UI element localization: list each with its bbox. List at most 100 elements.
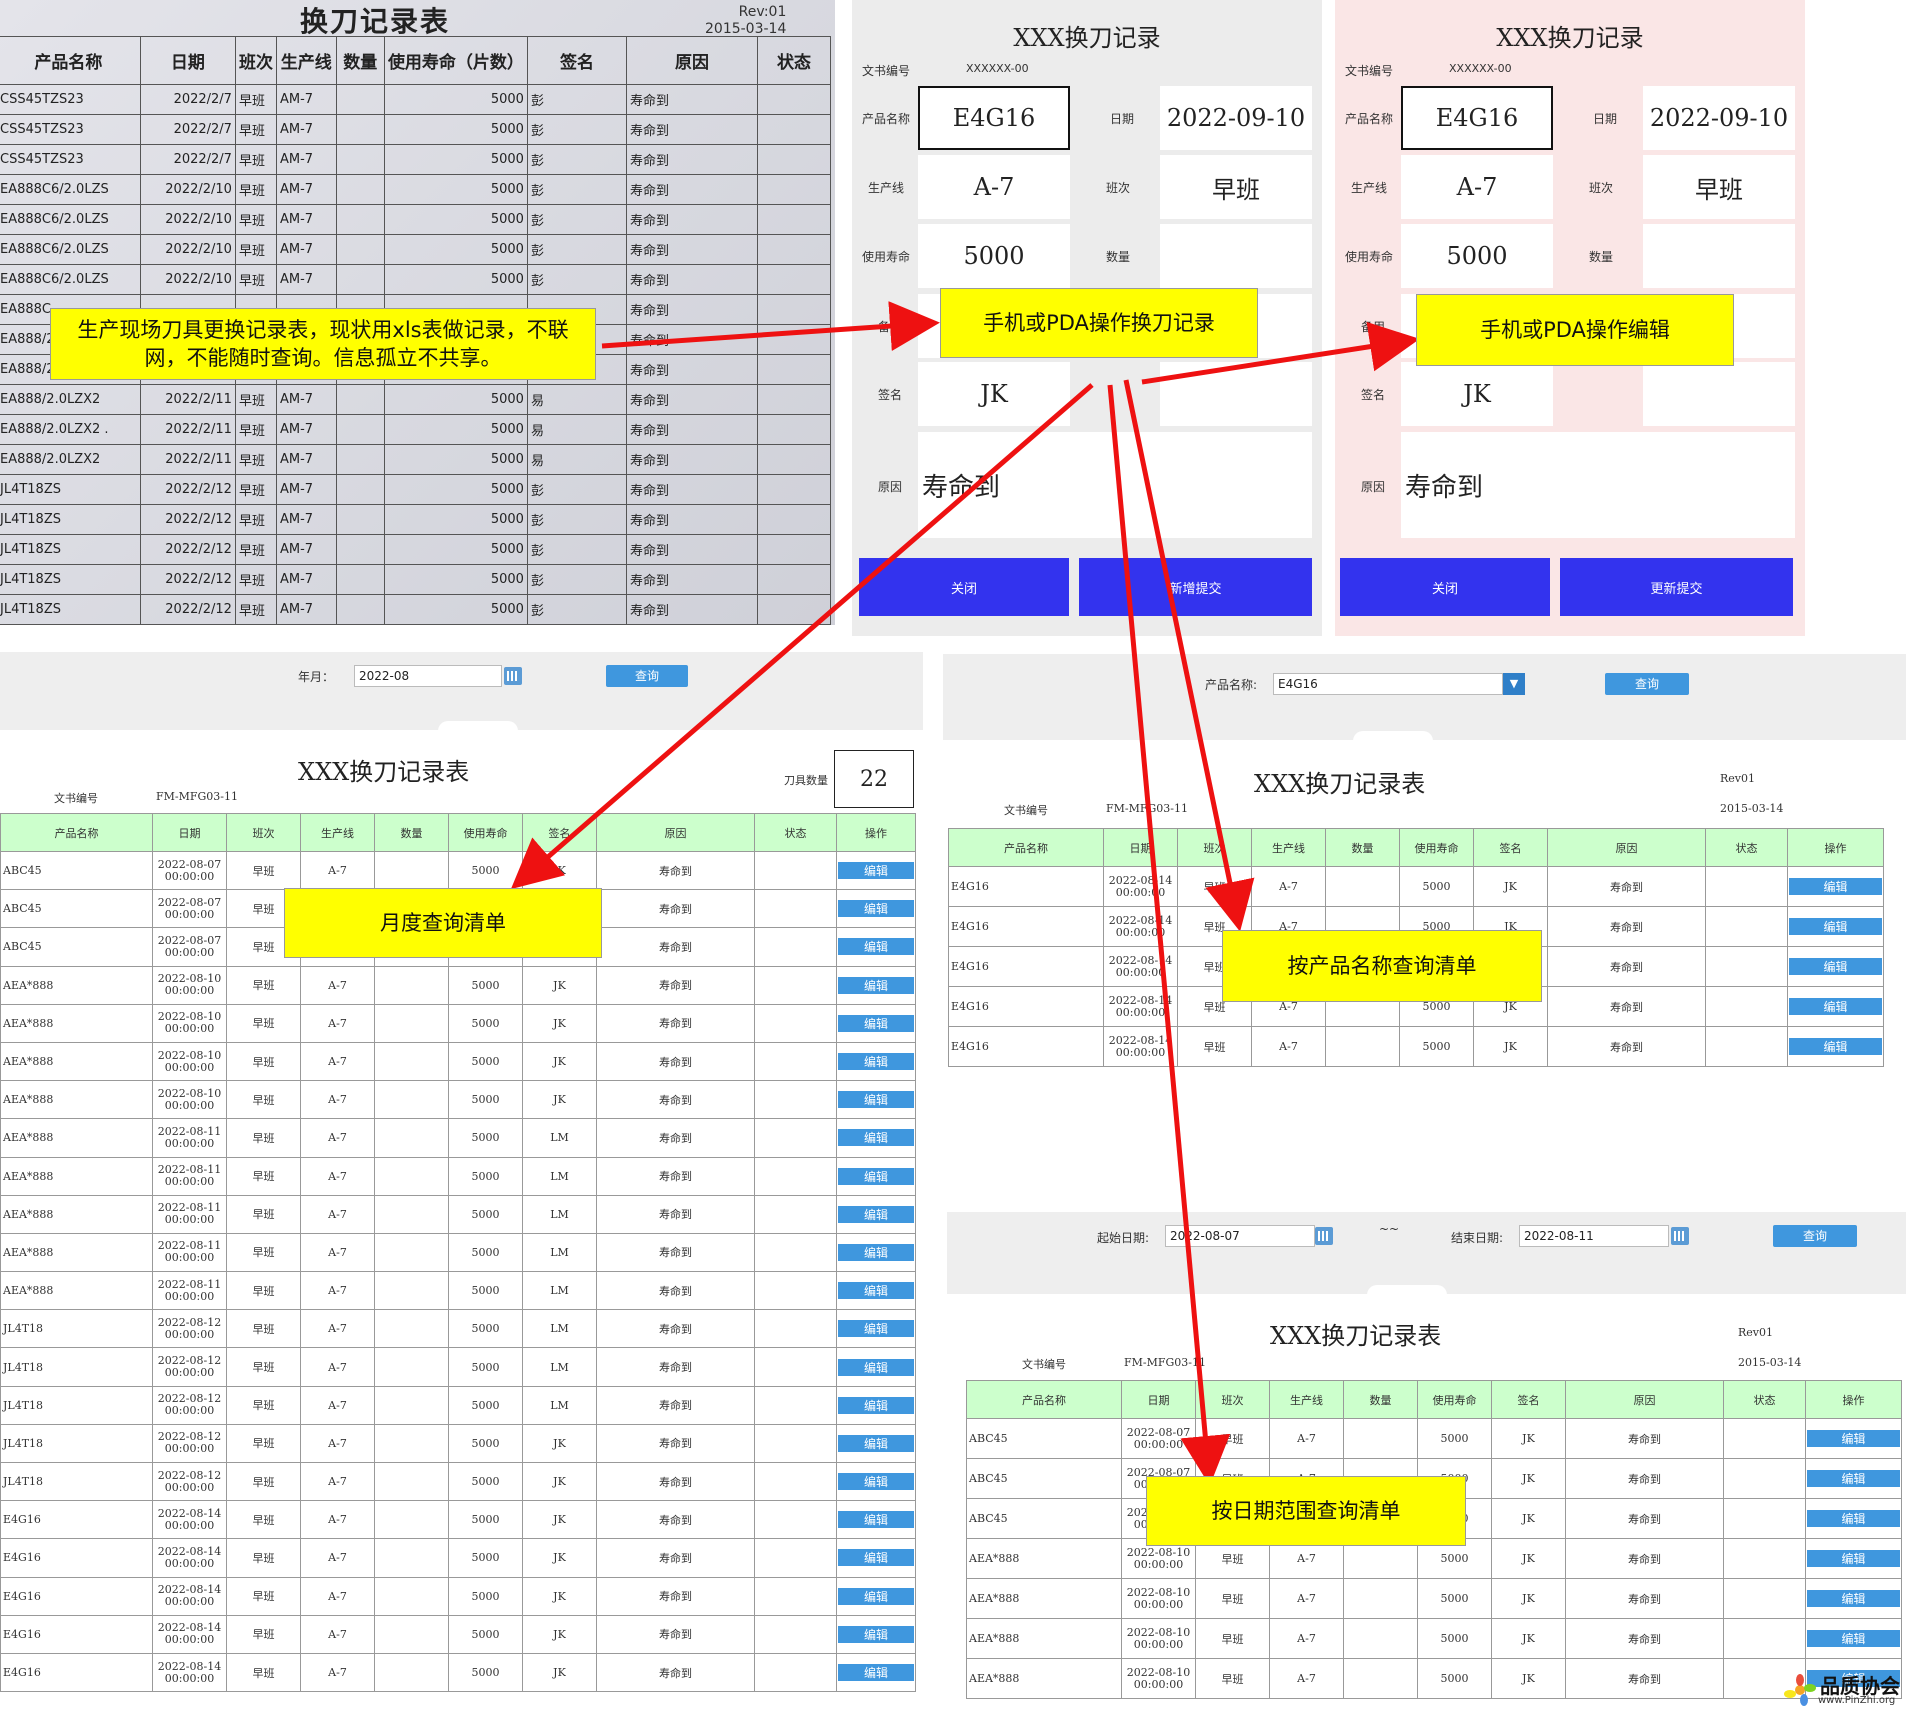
edit-button[interactable]: 编辑	[838, 1091, 914, 1109]
date-query-button[interactable]: 查询	[1773, 1225, 1857, 1247]
edit-button[interactable]: 编辑	[1807, 1590, 1900, 1607]
edit-button[interactable]: 编辑	[838, 1396, 914, 1414]
edit-button[interactable]: 编辑	[1789, 918, 1882, 935]
date-input[interactable]: 2022-09-10	[1643, 86, 1795, 150]
edit-button[interactable]: 编辑	[838, 1129, 914, 1147]
line-cell: A-7	[300, 1309, 375, 1349]
edit-button[interactable]: 编辑	[1807, 1430, 1900, 1447]
table-row: E4G162022-08-1400:00:00早班A-7 5000JK寿命到 编辑	[0, 1538, 916, 1578]
photo-cell: 彭	[526, 174, 628, 205]
edit-button[interactable]: 编辑	[838, 862, 914, 880]
sign-input[interactable]: JK	[918, 362, 1070, 426]
qty-cell	[374, 965, 449, 1005]
reason-cell: 寿命到	[596, 889, 755, 929]
column-header: 操作	[836, 813, 916, 852]
date-time: 00:00:00	[164, 1442, 215, 1456]
table-row: JL4T18 2022-08-12 00:00:00 早班 A-7 5000 LM 寿命到 编辑	[0, 1347, 916, 1387]
edit-button[interactable]: 编辑	[838, 900, 914, 918]
date-time: 00:00:00	[1133, 1437, 1184, 1451]
month-input[interactable]: 2022-08	[354, 665, 502, 687]
date-input[interactable]: 2022-09-10	[1160, 86, 1312, 150]
date-day: 2022-08-14	[1108, 1033, 1173, 1047]
edit-button[interactable]: 编辑	[1789, 998, 1882, 1015]
edit-button[interactable]: 编辑	[838, 938, 914, 956]
close-button[interactable]: 关闭	[859, 558, 1069, 616]
action-cell: 编辑	[836, 1194, 916, 1234]
shift-cell: 早班	[226, 1194, 301, 1234]
action-cell: 编辑	[836, 1309, 916, 1349]
shift-input[interactable]: 早班	[1643, 155, 1795, 219]
line-cell: A-7	[300, 1423, 375, 1464]
add-submit-button[interactable]: 新增提交	[1079, 558, 1312, 616]
photo-cell: EA888C6/2.0LZS	[0, 174, 141, 205]
qty-input[interactable]	[1643, 224, 1795, 288]
end-date-input[interactable]: 2022-08-11	[1519, 1225, 1669, 1247]
edit-button[interactable]: 编辑	[1789, 1038, 1882, 1055]
line-cell: A-7	[300, 1614, 375, 1654]
edit-button[interactable]: 编辑	[838, 1282, 914, 1300]
edit-button[interactable]: 编辑	[838, 1014, 914, 1032]
edit-button[interactable]: 编辑	[1789, 958, 1882, 975]
edit-button[interactable]: 编辑	[838, 1243, 914, 1261]
end-date-label: 结束日期:	[1451, 1231, 1504, 1245]
reason-cell: 寿命到	[596, 1423, 755, 1464]
life-input[interactable]: 5000	[1401, 224, 1553, 288]
edit-button[interactable]: 编辑	[838, 1434, 914, 1452]
update-submit-button[interactable]: 更新提交	[1560, 558, 1793, 616]
product-input[interactable]: E4G16	[1401, 86, 1553, 150]
sign-input[interactable]: JK	[1401, 362, 1553, 426]
edit-button[interactable]: 编辑	[838, 1664, 914, 1682]
edit-button[interactable]: 编辑	[1807, 1470, 1900, 1487]
product-query-button[interactable]: 查询	[1605, 673, 1689, 695]
edit-button[interactable]: 编辑	[1807, 1550, 1900, 1567]
qty-input[interactable]	[1160, 224, 1312, 288]
life-cell: 5000	[448, 1538, 523, 1578]
product-name-select[interactable]: E4G16	[1273, 673, 1503, 695]
edit-button[interactable]: 编辑	[1789, 878, 1882, 895]
sign-input-2[interactable]	[1643, 362, 1795, 426]
line-cell: A-7	[1269, 1418, 1344, 1459]
start-date-input[interactable]: 2022-08-07	[1165, 1225, 1315, 1247]
reason-cell: 寿命到	[596, 965, 755, 1005]
calendar-icon[interactable]	[1315, 1227, 1333, 1245]
calendar-icon[interactable]	[1671, 1227, 1689, 1245]
life-cell: 5000	[448, 1041, 523, 1082]
date-cell: 2022-08-10 00:00:00	[152, 1080, 227, 1120]
edit-button[interactable]: 编辑	[838, 1205, 914, 1223]
edit-button[interactable]: 编辑	[838, 1511, 914, 1529]
calendar-icon[interactable]	[504, 667, 522, 685]
column-header: 产品名称	[0, 813, 153, 852]
photo-title: 换刀记录表	[300, 5, 451, 38]
photo-cell	[335, 234, 385, 265]
shift-input[interactable]: 早班	[1160, 155, 1312, 219]
line-input[interactable]: A-7	[1401, 155, 1553, 219]
edit-button[interactable]: 编辑	[1807, 1630, 1900, 1647]
reason-input[interactable]: 寿命到	[1401, 432, 1795, 538]
action-cell: 编辑	[1805, 1578, 1902, 1619]
edit-button[interactable]: 编辑	[838, 1053, 914, 1071]
edit-button[interactable]: 编辑	[1807, 1510, 1900, 1527]
sign-cell: JK	[1491, 1458, 1566, 1499]
sign-input-2[interactable]	[1160, 362, 1312, 426]
edit-button[interactable]: 编辑	[838, 1549, 914, 1567]
monthly-query-button[interactable]: 查询	[606, 665, 688, 687]
chevron-down-icon[interactable]: ▼	[1503, 673, 1525, 695]
edit-button[interactable]: 编辑	[838, 976, 914, 994]
table-row: ABC452022-08-0700:00:00早班A-75000JK寿命到编辑	[966, 1418, 1902, 1459]
life-input[interactable]: 5000	[918, 224, 1070, 288]
edit-button[interactable]: 编辑	[838, 1473, 914, 1491]
edit-button[interactable]: 编辑	[838, 1167, 914, 1185]
line-input[interactable]: A-7	[918, 155, 1070, 219]
photo-cell: 5000	[383, 444, 528, 475]
edit-button[interactable]: 编辑	[838, 1358, 914, 1376]
reason-input[interactable]: 寿命到	[918, 432, 1312, 538]
edit-button[interactable]: 编辑	[838, 1320, 914, 1338]
edit-button[interactable]: 编辑	[838, 1625, 914, 1643]
edit-button[interactable]: 编辑	[838, 1587, 914, 1605]
column-header: 状态	[1723, 1380, 1806, 1419]
photo-cell: 彭	[526, 534, 628, 565]
product-input[interactable]: E4G16	[918, 86, 1070, 150]
qty-cell	[374, 1118, 449, 1158]
close-button[interactable]: 关闭	[1340, 558, 1550, 616]
action-cell: 编辑	[836, 1156, 916, 1196]
